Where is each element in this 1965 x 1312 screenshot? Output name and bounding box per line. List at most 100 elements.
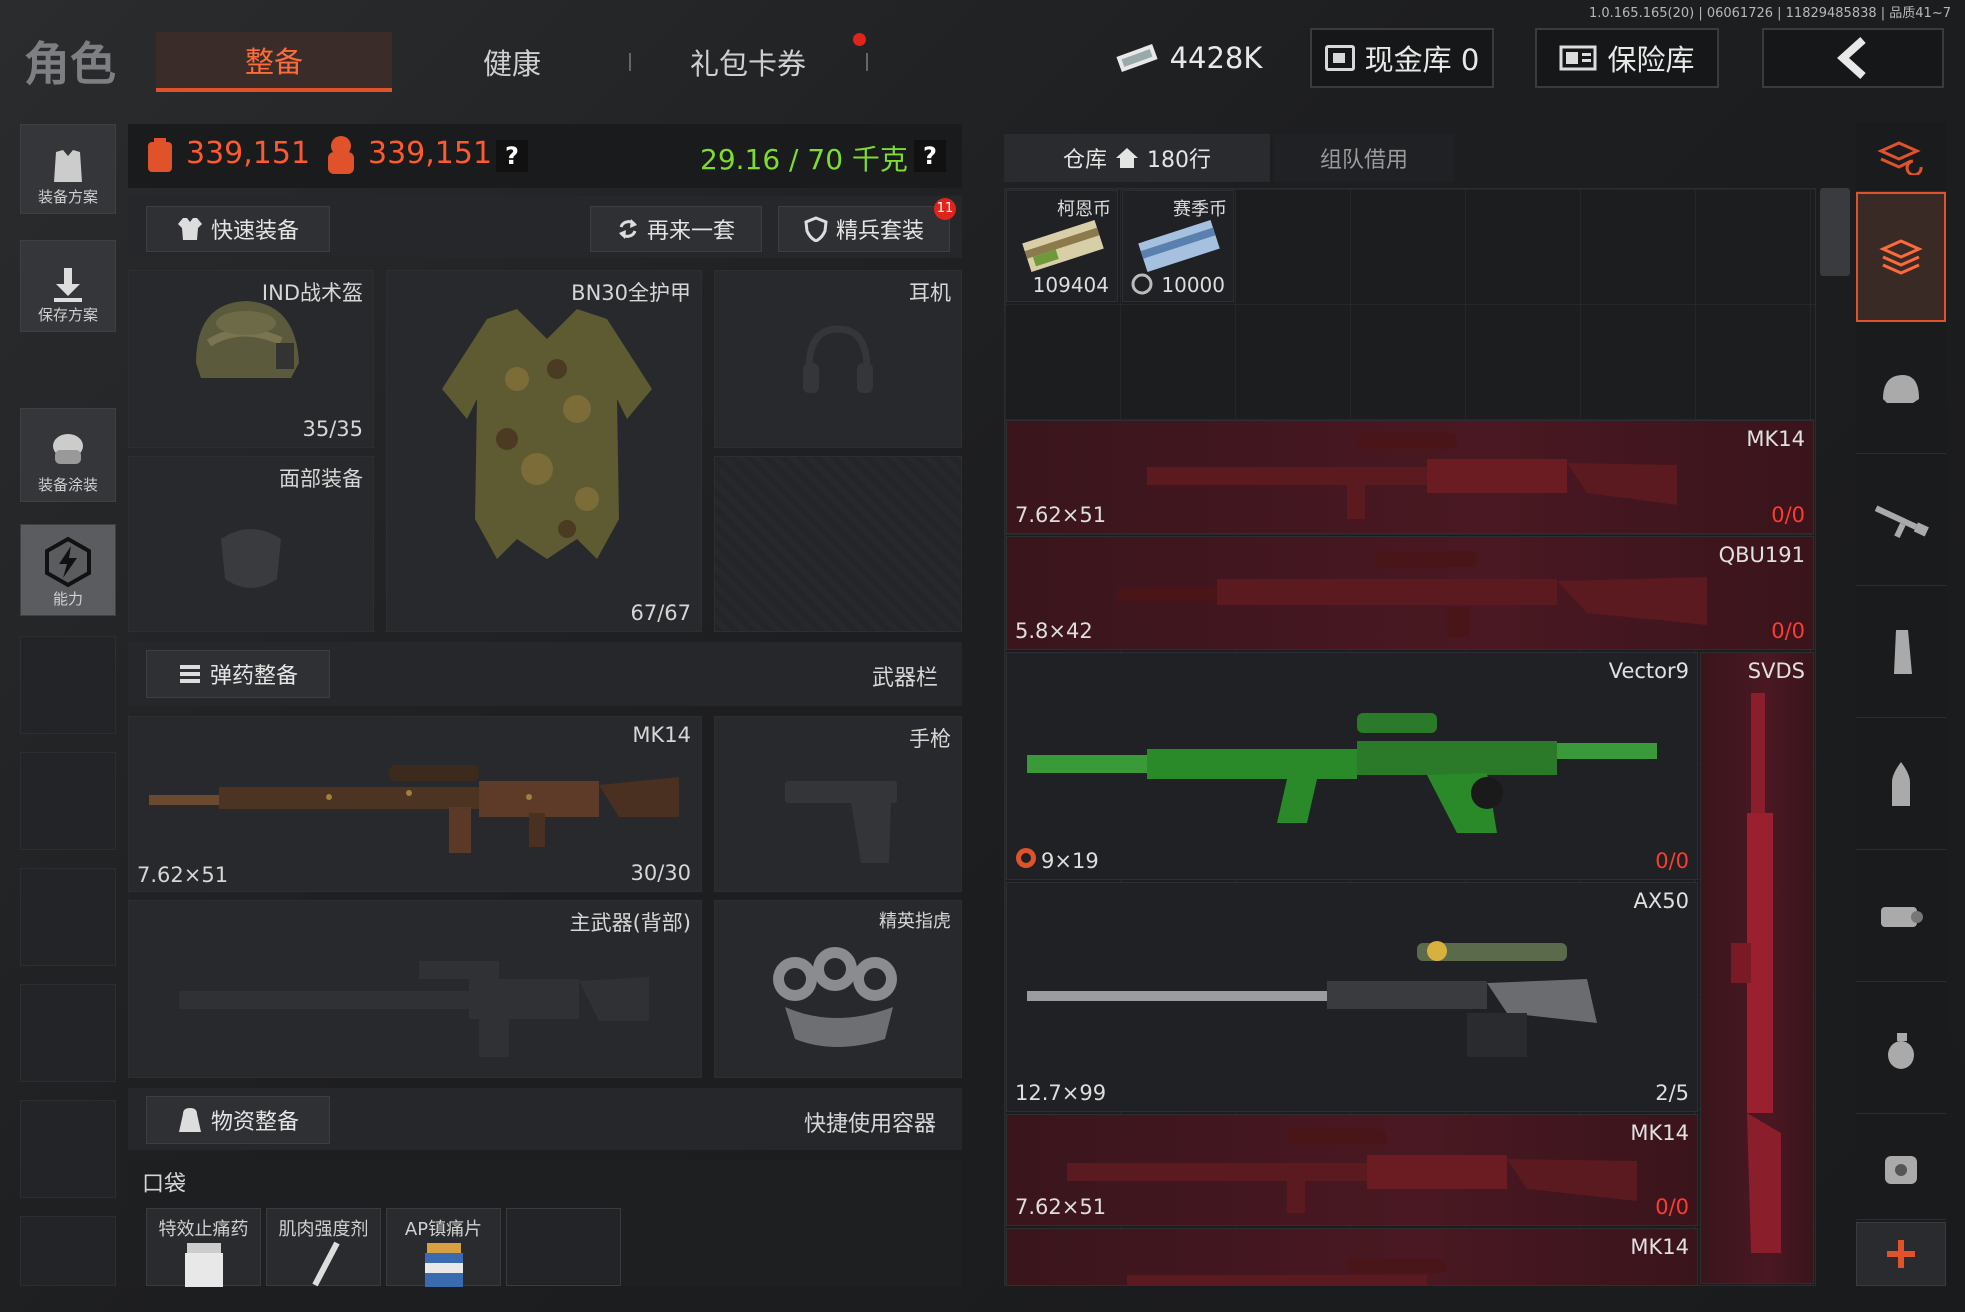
category-all[interactable] bbox=[1856, 192, 1946, 322]
sidebar-empty-slot bbox=[20, 1216, 116, 1286]
tab-divider bbox=[866, 53, 868, 71]
primary-weapon-slot[interactable]: MK14 7.62×51 30/30 bbox=[128, 716, 702, 892]
ammo-list-icon bbox=[179, 665, 200, 683]
cash-vault-button[interactable]: 现金库 0 bbox=[1310, 28, 1494, 88]
quick-equip-button[interactable]: 快速装备 bbox=[146, 206, 330, 252]
currency-item[interactable]: 柯恩币 109404 bbox=[1006, 190, 1118, 302]
pocket-label: 口袋 bbox=[142, 1172, 187, 1197]
category-supplies[interactable] bbox=[1856, 1116, 1946, 1220]
tab-health[interactable]: 健康 bbox=[432, 32, 592, 92]
body-armor-icon bbox=[442, 309, 652, 559]
safe-box-button[interactable]: 保险库 bbox=[1535, 28, 1719, 88]
pistol-slot[interactable]: 手枪 bbox=[714, 716, 962, 892]
helmet-slot[interactable]: IND战术盔 35/35 bbox=[128, 270, 374, 448]
pocket-item[interactable]: 特效止痛药 bbox=[146, 1208, 261, 1287]
warehouse-tab-label: 仓库 bbox=[1062, 148, 1107, 173]
notification-dot bbox=[853, 33, 866, 46]
ammo-equip-button[interactable]: 弹药整备 bbox=[146, 650, 330, 698]
weight-help-button[interactable]: ? bbox=[914, 140, 946, 172]
currency-item[interactable]: 赛季币 10000 bbox=[1122, 190, 1234, 302]
tab-warehouse[interactable]: 仓库 180行 bbox=[1004, 134, 1270, 182]
warehouse-scrollbar[interactable] bbox=[1820, 188, 1850, 276]
supplies-equip-button[interactable]: 物资整备 bbox=[146, 1096, 330, 1144]
supply-bag-icon bbox=[1885, 1155, 1917, 1184]
primary-weapon-name: MK14 bbox=[632, 723, 691, 747]
weapon-card[interactable]: QBU191 5.8×42 0/0 bbox=[1006, 536, 1814, 650]
back-weapon-slot[interactable]: 主武器(背部) bbox=[128, 900, 702, 1078]
headset-slot[interactable]: 耳机 bbox=[714, 270, 962, 448]
sidebar-equip-skin[interactable]: 装备涂装 bbox=[20, 408, 116, 502]
weight-display: 29.16 / 70 千克 bbox=[700, 143, 908, 176]
sidebar-ability[interactable]: 能力 bbox=[20, 524, 116, 616]
grenade-icon bbox=[1888, 1032, 1914, 1069]
pill-bottle-icon bbox=[185, 1243, 223, 1287]
currency-amount: 10000 bbox=[1161, 273, 1225, 297]
tab-equip[interactable]: 整备 bbox=[156, 32, 392, 92]
cash-icon bbox=[1115, 43, 1158, 73]
weapon-card-vertical[interactable]: SVDS bbox=[1700, 652, 1814, 1284]
weapon-count: 0/0 bbox=[1655, 1195, 1689, 1219]
weapon-caliber: 7.62×51 bbox=[1015, 1195, 1107, 1219]
money-display: 4428K bbox=[1106, 28, 1270, 88]
cash-vault-label: 现金库 0 bbox=[1364, 43, 1480, 77]
face-gear-slot[interactable]: 面部装备 bbox=[128, 456, 374, 632]
weapon-count: 0/0 bbox=[1771, 503, 1805, 527]
primary-weapon-caliber: 7.62×51 bbox=[137, 863, 229, 887]
weapon-name: SVDS bbox=[1747, 659, 1805, 683]
category-ammo[interactable] bbox=[1856, 720, 1946, 850]
special-badge-icon bbox=[1016, 848, 1036, 868]
weapon-card[interactable]: MK14 7.62×51 0/0 bbox=[1006, 1114, 1698, 1226]
category-helmet[interactable] bbox=[1856, 324, 1946, 454]
total-value: 339,151 bbox=[186, 136, 311, 171]
tab-gift-coupons[interactable]: 礼包卡券 bbox=[668, 32, 828, 92]
face-gear-label: 面部装备 bbox=[279, 467, 363, 491]
elite-badge: 11 bbox=[934, 198, 956, 220]
stats-bar: 339,151 339,151 ? 29.16 / 70 千克 ? bbox=[128, 124, 962, 188]
pocket-empty-slot[interactable] bbox=[506, 1208, 621, 1286]
bag-icon bbox=[178, 1108, 201, 1132]
weapon-name: Vector9 bbox=[1608, 659, 1689, 683]
quick-use-label: 快捷使用容器 bbox=[804, 1112, 937, 1137]
add-category-button[interactable] bbox=[1856, 1222, 1946, 1286]
tab-team-borrow[interactable]: 组队借用 bbox=[1274, 134, 1454, 182]
armor-label: BN30全护甲 bbox=[571, 281, 691, 305]
back-button[interactable] bbox=[1762, 28, 1944, 88]
sidebar-save-plan[interactable]: 保存方案 bbox=[20, 240, 116, 332]
again-button[interactable]: 再来一套 bbox=[590, 206, 762, 252]
sort-button[interactable] bbox=[1856, 122, 1946, 192]
sidebar-loadout-plan[interactable]: 装备方案 bbox=[20, 124, 116, 214]
vault-icon bbox=[1324, 45, 1355, 71]
primary-weapon-ammo: 30/30 bbox=[630, 861, 691, 885]
bullet-icon bbox=[1892, 761, 1910, 806]
pocket-item[interactable]: 肌肉强度剂 bbox=[266, 1208, 381, 1287]
quick-equip-label: 快速装备 bbox=[210, 219, 299, 244]
weapon-card[interactable]: AX50 12.7×99 2/5 bbox=[1006, 882, 1698, 1112]
category-rifle[interactable] bbox=[1856, 456, 1946, 586]
value-help-button[interactable]: ? bbox=[496, 140, 528, 172]
category-attachment[interactable] bbox=[1856, 852, 1946, 982]
body-icon bbox=[328, 136, 354, 174]
brass-knuckles-icon bbox=[773, 947, 897, 1047]
back-weapon-label: 主武器(背部) bbox=[569, 911, 691, 935]
category-grenade[interactable] bbox=[1856, 984, 1946, 1114]
weapon-card[interactable]: MK14 7.62×51 0/0 bbox=[1006, 420, 1814, 534]
pocket-item[interactable]: AP镇痛片 bbox=[386, 1208, 501, 1287]
weapon-name: QBU191 bbox=[1718, 543, 1805, 567]
sidebar-empty-slot bbox=[20, 752, 116, 850]
weapon-name: MK14 bbox=[1630, 1235, 1689, 1259]
elite-set-button[interactable]: 精兵套装 bbox=[778, 206, 950, 252]
back-rifle-icon bbox=[179, 961, 649, 1057]
weapon-card[interactable]: Vector9 9×19 0/0 bbox=[1006, 652, 1698, 880]
weapon-caliber: 5.8×42 bbox=[1015, 619, 1093, 643]
category-magazine[interactable] bbox=[1856, 588, 1946, 718]
weapon-card[interactable]: MK14 bbox=[1006, 1228, 1698, 1286]
weapon-name: MK14 bbox=[1630, 1121, 1689, 1145]
headset-icon bbox=[803, 325, 873, 393]
syringe-icon bbox=[312, 1241, 340, 1287]
weapon-caliber: 7.62×51 bbox=[1015, 503, 1107, 527]
svds-rifle-icon bbox=[1731, 693, 1781, 1253]
sidebar-empty-slot bbox=[20, 868, 116, 966]
armor-slot[interactable]: BN30全护甲 67/67 bbox=[386, 270, 702, 632]
helmet-durability: 35/35 bbox=[302, 417, 363, 441]
melee-slot[interactable]: 精英指虎 bbox=[714, 900, 962, 1078]
